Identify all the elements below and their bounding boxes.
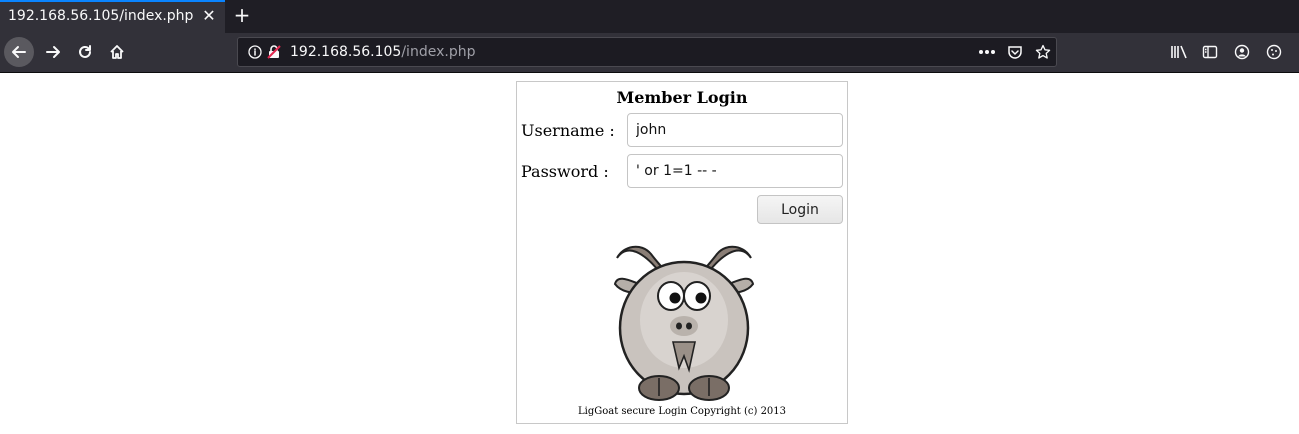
library-button[interactable]: [1164, 37, 1194, 67]
login-form: Member Login Username : Password : Login…: [516, 81, 848, 424]
home-icon: [110, 45, 124, 59]
forward-icon: [46, 46, 60, 58]
footer-copyright: LigGoat secure Login Copyright (c) 2013: [577, 406, 787, 417]
reload-icon: [79, 45, 91, 58]
library-icon: [1171, 45, 1187, 59]
url-bar[interactable]: 192.168.56.105/index.php: [237, 37, 1057, 67]
sidebar-icon: [1202, 45, 1218, 59]
sidebar-button[interactable]: [1195, 37, 1225, 67]
password-input[interactable]: [627, 154, 843, 188]
browser-tab[interactable]: 192.168.56.105/index.php ✕: [0, 0, 225, 33]
forward-button[interactable]: [38, 37, 68, 67]
password-label: Password :: [521, 162, 609, 181]
extension-button[interactable]: [1259, 37, 1289, 67]
extension-icon: [1266, 44, 1282, 60]
url-path: /index.php: [401, 44, 476, 60]
url-host: 192.168.56.105: [290, 44, 402, 60]
new-tab-button[interactable]: +: [231, 4, 253, 26]
account-button[interactable]: [1227, 37, 1257, 67]
insecure-lock-icon[interactable]: [265, 43, 283, 61]
goat-logo-image: [613, 245, 755, 401]
username-label: Username :: [521, 121, 615, 140]
login-title: Member Login: [616, 88, 748, 107]
navigation-toolbar: 192.168.56.105/index.php: [0, 33, 1299, 73]
login-button[interactable]: Login: [757, 195, 843, 224]
tab-title: 192.168.56.105/index.php: [8, 8, 194, 24]
back-icon: [12, 46, 26, 58]
username-input[interactable]: [627, 113, 843, 147]
back-button[interactable]: [4, 37, 34, 67]
close-tab-icon[interactable]: ✕: [200, 7, 218, 25]
reload-button[interactable]: [70, 37, 100, 67]
info-icon[interactable]: [246, 43, 264, 61]
more-icon[interactable]: [978, 43, 996, 61]
tab-strip: 192.168.56.105/index.php ✕ +: [0, 0, 1299, 33]
account-icon: [1234, 44, 1250, 60]
url-text[interactable]: 192.168.56.105/index.php: [290, 44, 475, 60]
pocket-icon[interactable]: [1006, 43, 1024, 61]
home-button[interactable]: [102, 37, 132, 67]
star-icon[interactable]: [1034, 43, 1052, 61]
